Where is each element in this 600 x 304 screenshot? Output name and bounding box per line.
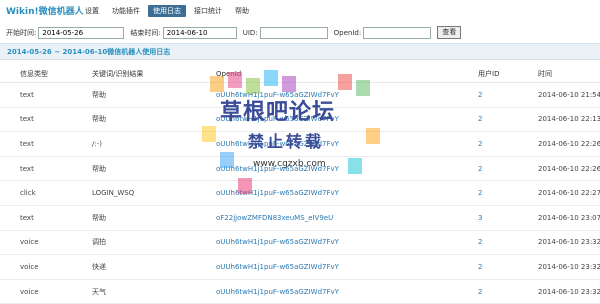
table-row: text 帮助 oF22jjowZMFDN83xeuMS_eIV9eU 3 20… — [0, 205, 600, 231]
cell-keyword: 帮助 — [91, 156, 215, 182]
nav-plugins[interactable]: 功能插件 — [107, 5, 145, 17]
uid-input[interactable] — [259, 26, 328, 39]
cell-type: text — [0, 107, 91, 133]
table-body: text 帮助 oUUh6twH1j1puF-w65aGZIWd7FvY 2 2… — [0, 82, 600, 304]
start-time-label: 开始时间: — [6, 28, 37, 37]
start-time-input[interactable] — [38, 26, 125, 39]
end-time-label: 结束时间: — [130, 28, 161, 37]
openid-input[interactable] — [363, 26, 432, 39]
cell-user-id-link[interactable]: 2 — [477, 279, 537, 304]
cell-type: text — [0, 82, 91, 108]
table-row: text 帮助 oUUh6twH1j1puF-w65aGZIWd7FvY 2 2… — [0, 107, 600, 133]
table-row: voice 快递 oUUh6twH1j1puF-w65aGZIWd7FvY 2 … — [0, 254, 600, 280]
cell-keyword: 帮助 — [91, 205, 215, 231]
cell-type: click — [0, 180, 91, 206]
nav-settings[interactable]: 设置 — [80, 5, 104, 17]
cell-user-id-link[interactable]: 2 — [477, 82, 537, 108]
cell-user-id-link[interactable]: 2 — [477, 254, 537, 280]
cell-type: voice — [0, 254, 91, 280]
table-row: text /:-) oUUh6twH1j1puF-w65aGZIWd7FvY 2… — [0, 131, 600, 157]
cell-keyword: LOGIN_WSQ — [91, 180, 215, 206]
col-keyword: 关键词/识别结果 — [91, 66, 215, 83]
cell-type: text — [0, 131, 91, 157]
log-caption-bar: 2014-05-26 ~ 2014-06-10微信机器人使用日志 — [0, 43, 600, 60]
top-bar: Wikin!微信机器人 设置 功能插件 使用日志 接口统计 帮助 — [0, 0, 600, 20]
col-openid: OpenId — [215, 66, 477, 83]
nav-api-stats[interactable]: 接口统计 — [189, 5, 227, 17]
cell-keyword: 帮助 — [91, 107, 215, 133]
cell-type: text — [0, 156, 91, 182]
cell-type: voice — [0, 230, 91, 256]
uid-label: UID: — [242, 28, 258, 37]
table-row: voice 天气 oUUh6twH1j1puF-w65aGZIWd7FvY 2 … — [0, 279, 600, 304]
cell-openid-link[interactable]: oUUh6twH1j1puF-w65aGZIWd7FvY — [215, 279, 477, 304]
usage-log-table: 信息类型 关键词/识别结果 OpenId 用户ID 时间 text 帮助 oUU… — [0, 66, 600, 304]
col-user-id: 用户ID — [477, 66, 537, 83]
cell-keyword: 快递 — [91, 254, 215, 280]
cell-keyword: /:-) — [91, 131, 215, 157]
cell-openid-link[interactable]: oUUh6twH1j1puF-w65aGZIWd7FvY — [215, 82, 477, 108]
cell-time: 2014-06-10 23:32 — [537, 254, 600, 280]
cell-time: 2014-06-10 23:07 — [537, 205, 600, 231]
cell-time: 2014-06-10 21:54 — [537, 82, 600, 108]
cell-time: 2014-06-10 22:26 — [537, 156, 600, 182]
cell-time: 2014-06-10 23:32 — [537, 230, 600, 256]
cell-user-id-link[interactable]: 2 — [477, 180, 537, 206]
cell-openid-link[interactable]: oUUh6twH1j1puF-w65aGZIWd7FvY — [215, 156, 477, 182]
cell-type: text — [0, 205, 91, 231]
cell-openid-link[interactable]: oUUh6twH1j1puF-w65aGZIWd7FvY — [215, 131, 477, 157]
cell-user-id-link[interactable]: 2 — [477, 156, 537, 182]
nav-usage-log[interactable]: 使用日志 — [148, 5, 186, 17]
cell-openid-link[interactable]: oUUh6twH1j1puF-w65aGZIWd7FvY — [215, 230, 477, 256]
cell-openid-link[interactable]: oUUh6twH1j1puF-w65aGZIWd7FvY — [215, 254, 477, 280]
cell-user-id-link[interactable]: 2 — [477, 131, 537, 157]
cell-openid-link[interactable]: oF22jjowZMFDN83xeuMS_eIV9eU — [215, 205, 477, 231]
cell-openid-link[interactable]: oUUh6twH1j1puF-w65aGZIWd7FvY — [215, 180, 477, 206]
end-time-input[interactable] — [162, 26, 237, 39]
col-time: 时间 — [537, 66, 600, 83]
cell-time: 2014-06-10 22:13 — [537, 107, 600, 133]
log-caption: 2014-05-26 ~ 2014-06-10微信机器人使用日志 — [7, 48, 171, 56]
cell-keyword: 帮助 — [91, 82, 215, 108]
app-title: Wikin!微信机器人 — [6, 7, 84, 17]
cell-user-id-link[interactable]: 2 — [477, 107, 537, 133]
openid-label: OpenId: — [333, 28, 362, 37]
table-row: click LOGIN_WSQ oUUh6twH1j1puF-w65aGZIWd… — [0, 180, 600, 206]
table-row: text 帮助 oUUh6twH1j1puF-w65aGZIWd7FvY 2 2… — [0, 82, 600, 108]
table-header-row: 信息类型 关键词/识别结果 OpenId 用户ID 时间 — [0, 66, 600, 83]
cell-time: 2014-06-10 23:32 — [537, 279, 600, 304]
cell-keyword: 天气 — [91, 279, 215, 304]
cell-user-id-link[interactable]: 2 — [477, 230, 537, 256]
nav-help[interactable]: 帮助 — [230, 5, 254, 17]
cell-user-id-link[interactable]: 3 — [477, 205, 537, 231]
view-button[interactable]: 查看 — [437, 26, 462, 39]
cell-time: 2014-06-10 22:26 — [537, 131, 600, 157]
table-row: text 帮助 oUUh6twH1j1puF-w65aGZIWd7FvY 2 2… — [0, 156, 600, 182]
cell-keyword: 调拍 — [91, 230, 215, 256]
table-row: voice 调拍 oUUh6twH1j1puF-w65aGZIWd7FvY 2 … — [0, 230, 600, 256]
filter-bar: 开始时间: 结束时间: UID: OpenId: 查看 — [6, 26, 462, 39]
cell-type: voice — [0, 279, 91, 304]
main-nav: 设置 功能插件 使用日志 接口统计 帮助 — [80, 5, 254, 17]
cell-openid-link[interactable]: oUUh6twH1j1puF-w65aGZIWd7FvY — [215, 107, 477, 133]
col-message-type: 信息类型 — [0, 66, 91, 83]
cell-time: 2014-06-10 22:27 — [537, 180, 600, 206]
